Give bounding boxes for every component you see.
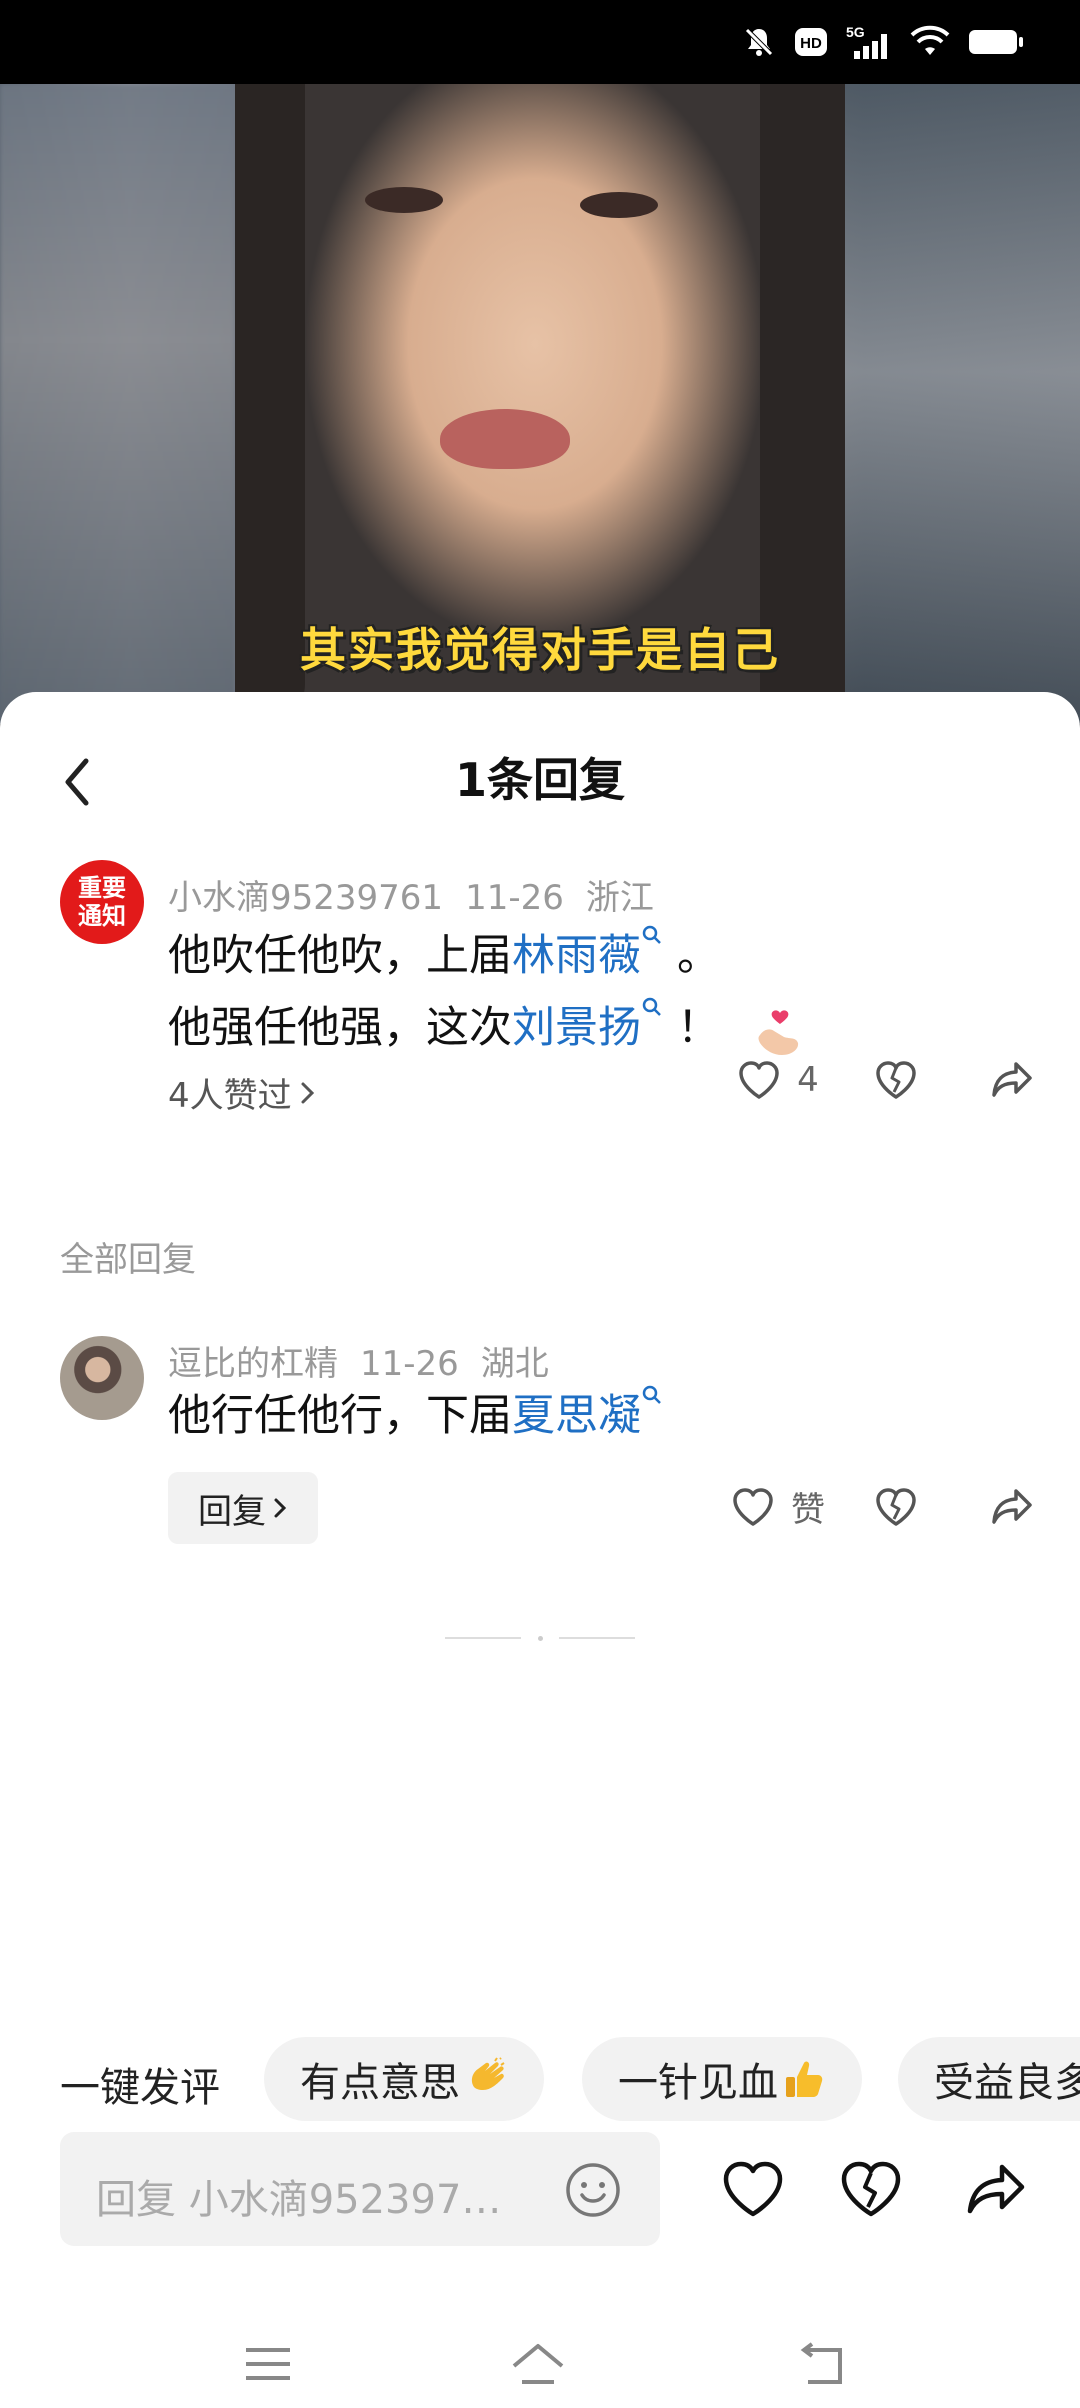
video-detail: [365, 187, 443, 213]
heart-icon: [739, 1061, 779, 1099]
comment-text: 他吹任他吹，上届林雨薇。 他强任他强，这次刘景扬 ！: [168, 920, 806, 1064]
keyword-text: 夏思凝: [512, 1391, 641, 1441]
reply-item: 逗比的杠精 11-26 湖北 他行任他行，下届夏思凝 回复 赞: [0, 1336, 1080, 1566]
heart-icon[interactable]: [720, 2157, 786, 2223]
heart-icon: [733, 1487, 773, 1526]
text-segment: 。: [677, 931, 720, 981]
svg-text:5G: 5G: [846, 24, 865, 40]
menu-icon[interactable]: [240, 2336, 296, 2392]
like-label: 赞: [791, 1490, 825, 1530]
share-button[interactable]: [972, 1483, 1052, 1531]
search-icon: [642, 997, 661, 1016]
search-icon: [642, 925, 661, 944]
main-comment: 重要 通知 小水滴95239761 11-26 浙江 他吹任他吹，上届林雨薇。 他强…: [0, 860, 1080, 1116]
quick-chip[interactable]: 受益良多: [898, 2037, 1080, 2121]
reply-button-label: 回复: [198, 1491, 266, 1532]
avatar-text: 重要: [78, 874, 126, 902]
status-bar: HD 5G: [0, 0, 1080, 84]
video-caption: 其实我觉得对手是自己: [300, 623, 780, 677]
chevron-right-icon: [274, 1498, 287, 1518]
chip-text: 有点意思: [300, 2060, 460, 2106]
svg-text:HD: HD: [800, 35, 822, 52]
comment-date: 11-26: [465, 878, 564, 918]
status-icons: HD 5G: [742, 24, 1024, 60]
video-detail: [580, 192, 658, 218]
all-replies-label: 全部回复: [60, 1240, 196, 1280]
text-segment: 他强任他强，这次: [168, 1003, 512, 1053]
divider-line: [559, 1637, 635, 1639]
keyword-text: 林雨薇: [512, 931, 641, 981]
avatar[interactable]: 重要 通知: [60, 860, 144, 944]
broken-heart-icon: [876, 1487, 916, 1526]
mute-icon: [742, 24, 776, 60]
comment-location: 浙江: [585, 878, 654, 918]
text-segment: ！: [677, 1003, 720, 1053]
search-keyword-link[interactable]: 夏思凝: [512, 1385, 663, 1441]
broken-heart-icon: [876, 1061, 916, 1099]
thumbs-up-emoji: [786, 2061, 823, 2097]
video-detail: [440, 409, 570, 469]
divider-line: [445, 1637, 521, 1639]
home-icon[interactable]: [510, 2336, 566, 2392]
likers-link[interactable]: 4人赞过: [168, 1068, 316, 1117]
chip-text: 受益良多: [934, 2060, 1080, 2106]
like-button[interactable]: 4: [712, 1056, 842, 1104]
comment-text: 他行任他行，下届夏思凝: [168, 1380, 663, 1452]
avatar[interactable]: [60, 1336, 144, 1420]
like-button[interactable]: 赞: [712, 1482, 842, 1531]
wifi-icon: [910, 24, 950, 60]
system-nav-bar: [0, 2312, 1080, 2408]
signal-icon: 5G: [846, 24, 892, 60]
hd-icon: HD: [794, 24, 828, 60]
battery-icon: [968, 24, 1024, 60]
video-player[interactable]: 其实我觉得对手是自己: [0, 84, 1080, 724]
finger-heart-emoji: [758, 1009, 799, 1055]
share-button[interactable]: [972, 1056, 1052, 1104]
dislike-button[interactable]: [856, 1483, 936, 1531]
reply-button[interactable]: 回复: [168, 1472, 318, 1544]
avatar-text: 通知: [78, 902, 126, 930]
quick-chip[interactable]: 一针见血: [582, 2037, 862, 2121]
dislike-button[interactable]: [856, 1056, 936, 1104]
likers-text: 4人赞过: [168, 1076, 292, 1116]
text-segment: 他吹任他吹，上届: [168, 931, 512, 981]
username[interactable]: 小水滴95239761: [168, 878, 443, 918]
keyword-text: 刘景扬: [512, 1003, 641, 1053]
clapping-hands-emoji: [471, 2057, 505, 2090]
comment-location: 湖北: [480, 1344, 549, 1384]
search-keyword-link[interactable]: 刘景扬: [512, 997, 663, 1053]
quick-comment-bar: 一键发评 有点意思 一针见血 受益良多: [0, 2037, 1080, 2123]
share-icon: [992, 1062, 1032, 1097]
search-icon: [642, 1385, 661, 1404]
comment-date: 11-26: [360, 1344, 459, 1384]
chevron-right-icon: [301, 1082, 314, 1103]
comment-actions: 4: [712, 1056, 1080, 1104]
search-keyword-link[interactable]: 林雨薇: [512, 925, 663, 981]
comment-actions: 赞: [712, 1482, 1080, 1531]
like-count: 4: [797, 1060, 819, 1100]
sheet-title: 1条回复: [454, 753, 625, 807]
text-segment: 他行任他行，下届: [168, 1391, 512, 1441]
emoji-picker-icon[interactable]: [564, 2161, 622, 2219]
replies-sheet: 1条回复 重要 通知 小水滴95239761 11-26 浙江 他吹任他吹，上届林雨…: [0, 692, 1080, 2408]
chip-text: 一针见血: [618, 2060, 778, 2106]
reply-input[interactable]: 回复 小水滴952397…: [60, 2132, 660, 2246]
comment-meta: 逗比的杠精 11-26 湖北: [168, 1336, 571, 1385]
quick-comment-label: 一键发评: [60, 2065, 220, 2111]
reply-input-placeholder: 回复 小水滴952397…: [96, 2177, 502, 2223]
comment-meta: 小水滴95239761 11-26 浙江: [168, 870, 676, 919]
share-icon[interactable]: [964, 2157, 1030, 2223]
end-of-list-divider: [445, 1635, 635, 1641]
divider-dot: [537, 1635, 543, 1641]
back-nav-icon[interactable]: [796, 2336, 852, 2392]
share-icon: [992, 1488, 1032, 1524]
username[interactable]: 逗比的杠精: [168, 1344, 338, 1384]
broken-heart-icon[interactable]: [838, 2157, 904, 2223]
quick-chip[interactable]: 有点意思: [264, 2037, 544, 2121]
sheet-header: 1条回复: [0, 692, 1080, 852]
